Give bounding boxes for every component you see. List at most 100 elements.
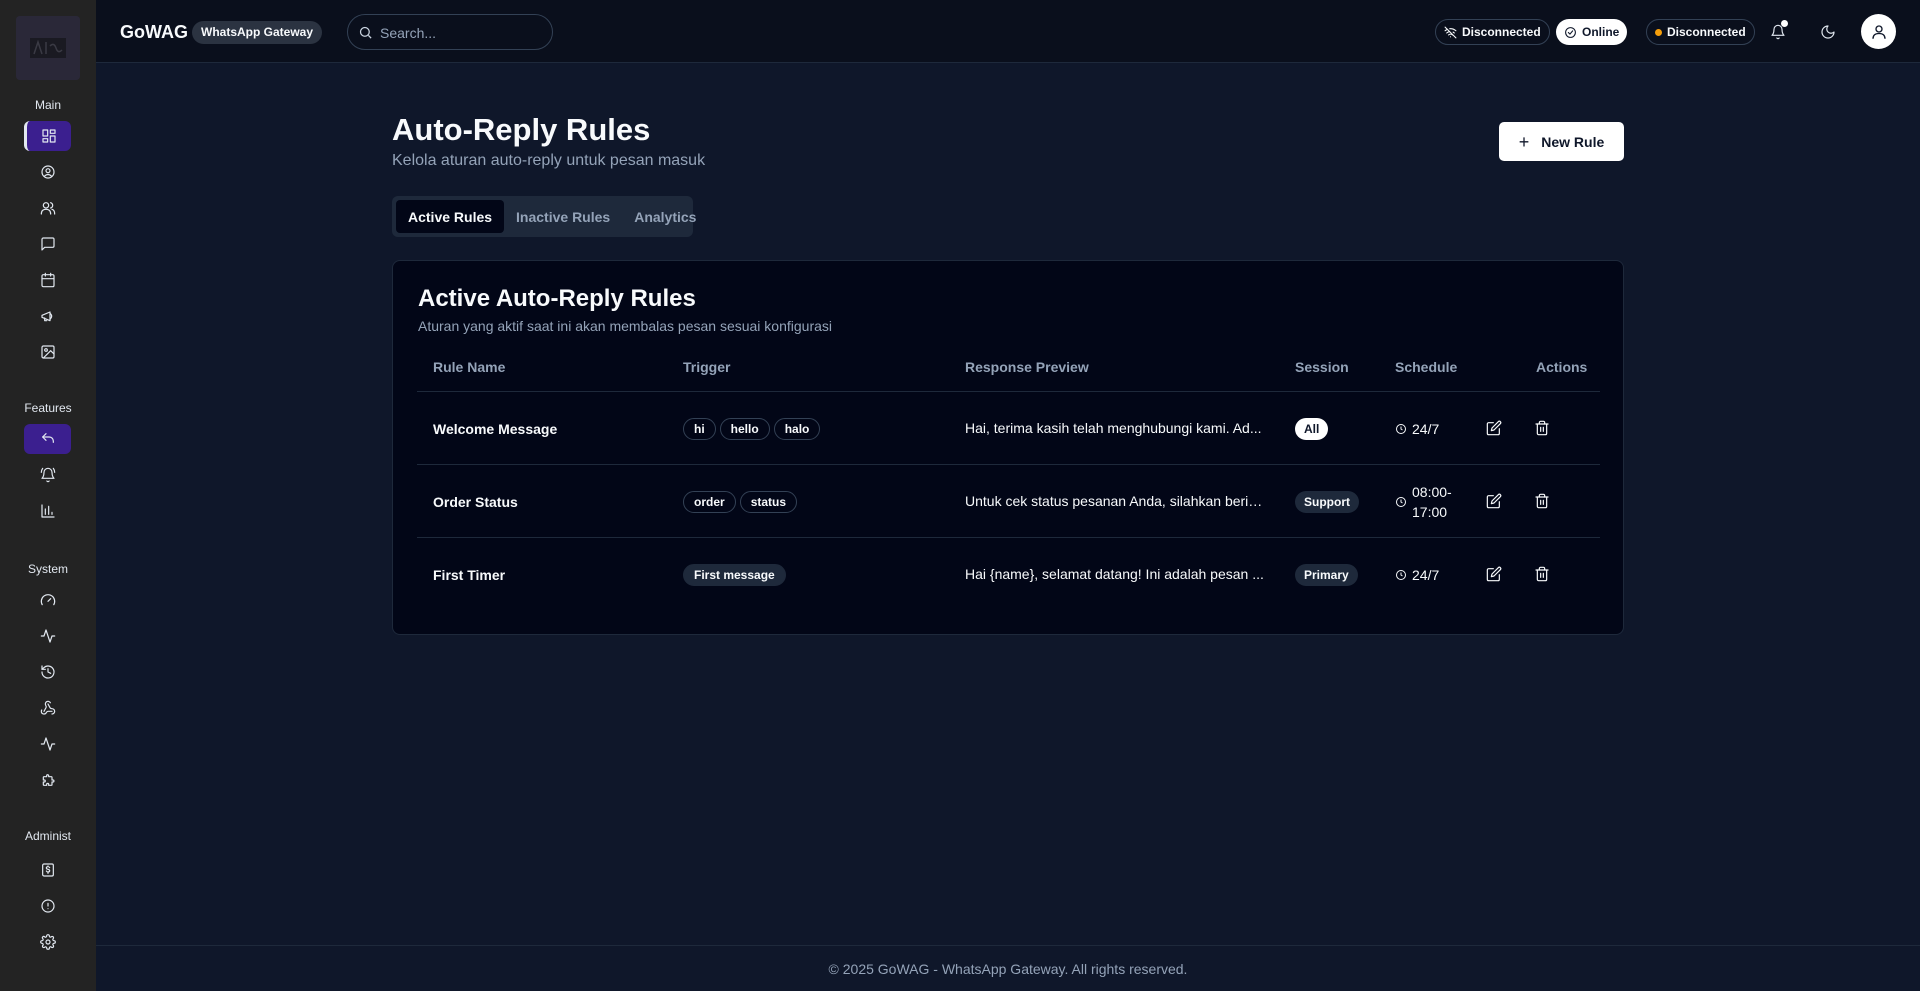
check-circle-icon <box>1565 26 1576 38</box>
table-row[interactable]: Order Status order status Untuk cek stat… <box>417 464 1600 537</box>
response-preview: Hai {name}, selamat datang! Ini adalah p… <box>965 566 1264 582</box>
trigger-list: hi hello halo <box>683 392 821 465</box>
schedule-cell: 24/7 <box>1395 538 1439 611</box>
nav-contacts[interactable] <box>24 193 71 223</box>
schedule-text: 24/7 <box>1412 420 1440 437</box>
schedule-cell: 24/7 <box>1395 392 1439 465</box>
nav-profile[interactable] <box>24 157 71 187</box>
card-title: Active Auto-Reply Rules <box>418 285 696 312</box>
trigger-list: order status <box>683 465 798 538</box>
clock-icon <box>1396 569 1406 580</box>
edit-button[interactable] <box>1483 490 1505 512</box>
response-preview: Untuk cek status pesanan Anda, silahkan … <box>965 493 1265 509</box>
notifications-button[interactable] <box>1767 20 1789 43</box>
whatsapp-status-text: Disconnected <box>1667 25 1746 39</box>
nav-history[interactable] <box>24 657 71 687</box>
nav-activity[interactable] <box>24 621 71 651</box>
tab-active-rules[interactable]: Active Rules <box>396 200 505 233</box>
new-rule-button[interactable]: + New Rule <box>1499 122 1624 161</box>
footer: © 2025 GoWAG - WhatsApp Gateway. All rig… <box>96 945 1920 991</box>
trigger-chip: status <box>739 490 798 513</box>
rule-name: Welcome Message <box>433 420 558 437</box>
nav-alerts[interactable] <box>24 891 71 921</box>
user-circle-icon <box>40 165 55 179</box>
trigger-chip: First message <box>683 563 786 586</box>
edit-button[interactable] <box>1483 417 1505 439</box>
active-rules-card: Active Auto-Reply Rules Aturan yang akti… <box>392 260 1624 635</box>
trash-icon <box>1535 493 1549 509</box>
search-input[interactable] <box>380 23 540 43</box>
nav-notifications[interactable] <box>24 460 71 490</box>
topbar: GoWAG WhatsApp Gateway Disconnected Onli… <box>96 0 1920 63</box>
nav-integrations[interactable] <box>24 765 71 795</box>
activity-icon <box>40 629 55 643</box>
session-badge: All <box>1295 417 1329 440</box>
table-row[interactable]: First Timer First message Hai {name}, se… <box>417 537 1600 610</box>
column-header-response-preview: Response Preview <box>965 359 1089 375</box>
megaphone-icon <box>40 311 52 322</box>
nav-schedule[interactable] <box>24 265 71 295</box>
nav-auto-reply[interactable] <box>24 424 71 454</box>
rule-name: First Timer <box>433 566 506 583</box>
session-cell: Primary <box>1295 538 1358 611</box>
response-preview-cell: Untuk cek status pesanan Anda, silahkan … <box>965 465 1265 538</box>
page-title: Auto-Reply Rules <box>392 112 651 147</box>
brand-badge: WhatsApp Gateway <box>192 21 323 44</box>
trigger-chip: hi <box>683 417 716 440</box>
nav-settings[interactable] <box>24 927 71 957</box>
new-rule-label: New Rule <box>1541 133 1605 150</box>
session-badge: Support <box>1295 490 1359 513</box>
tab-inactive-rules[interactable]: Inactive Rules <box>504 200 622 233</box>
nav-broadcast[interactable] <box>24 301 71 331</box>
nav-performance[interactable] <box>24 585 71 615</box>
delete-button[interactable] <box>1531 417 1553 439</box>
nav-media[interactable] <box>24 337 71 367</box>
theme-toggle-button[interactable] <box>1817 21 1839 43</box>
trigger-chip: order <box>683 490 736 513</box>
nav-messages[interactable] <box>24 229 71 259</box>
whatsapp-status-badge[interactable]: Disconnected <box>1646 19 1755 45</box>
response-preview-cell: Hai {name}, selamat datang! Ini adalah p… <box>965 538 1265 611</box>
schedule-text: 24/7 <box>1412 566 1440 583</box>
nav-billing[interactable] <box>24 855 71 885</box>
user-avatar-button[interactable] <box>1861 14 1896 49</box>
column-header-trigger: Trigger <box>683 359 731 375</box>
edit-button[interactable] <box>1483 563 1505 585</box>
online-status-badge[interactable]: Online <box>1556 19 1628 45</box>
nav-webhooks[interactable] <box>24 693 71 723</box>
notification-indicator <box>1781 20 1788 27</box>
trigger-chip: halo <box>773 417 821 440</box>
alert-circle-icon <box>40 899 55 913</box>
column-header-actions: Actions <box>1536 359 1588 375</box>
pulse-icon <box>40 737 55 751</box>
nav-dashboard[interactable] <box>24 121 71 151</box>
response-preview-cell: Hai, terima kasih telah menghubungi kami… <box>965 392 1265 465</box>
session-cell: All <box>1295 392 1329 465</box>
nav-reports[interactable] <box>24 496 71 526</box>
online-status-text: Online <box>1582 25 1620 39</box>
session-badge: Primary <box>1295 563 1358 586</box>
response-preview: Hai, terima kasih telah menghubungi kami… <box>965 420 1262 436</box>
bell-ring-icon <box>40 467 55 483</box>
ws-status-badge[interactable]: Disconnected <box>1435 19 1550 45</box>
app-logo[interactable] <box>16 16 80 80</box>
tab-analytics[interactable]: Analytics <box>622 200 708 233</box>
plus-icon: + <box>1518 131 1530 152</box>
trigger-list: First message <box>683 538 786 611</box>
delete-button[interactable] <box>1531 490 1553 512</box>
history-icon <box>40 665 55 679</box>
table-row[interactable]: Welcome Message hi hello halo Hai, terim… <box>417 391 1600 464</box>
delete-button[interactable] <box>1531 563 1553 585</box>
calendar-icon <box>40 272 55 288</box>
nav-monitoring[interactable] <box>24 729 71 759</box>
gauge-icon <box>40 594 55 606</box>
dashboard-icon <box>42 129 56 143</box>
wifi-off-icon <box>1444 26 1457 38</box>
section-label-system: System <box>27 562 68 576</box>
brand-name[interactable]: GoWAG <box>120 22 188 43</box>
message-icon <box>40 237 55 251</box>
schedule-cell: 08:00-17:00 <box>1395 465 1460 538</box>
ws-status-text: Disconnected <box>1462 25 1541 39</box>
search-box[interactable] <box>347 14 553 50</box>
clock-icon <box>1396 496 1406 507</box>
